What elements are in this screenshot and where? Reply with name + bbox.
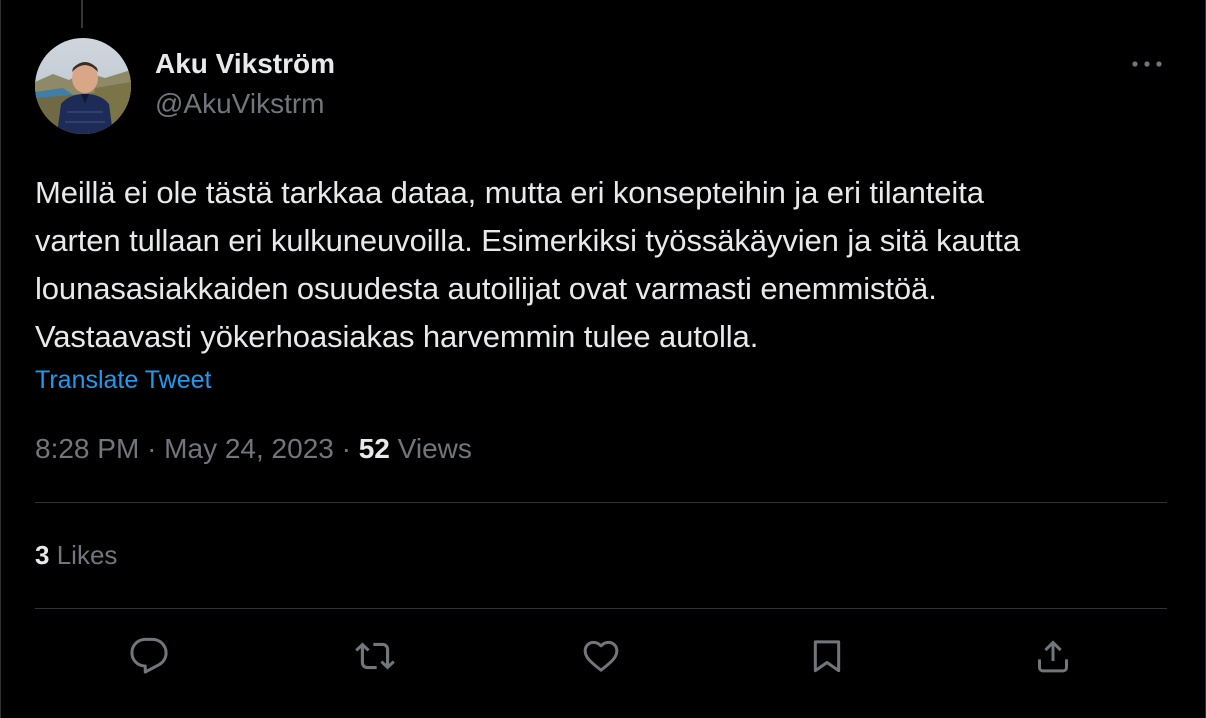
likes-count: 3 bbox=[35, 540, 50, 570]
meta-separator: · bbox=[341, 433, 351, 464]
tweet-text-line: Meillä ei ole tästä tarkkaa dataa, mutta… bbox=[35, 175, 984, 210]
author-handle[interactable]: @AkuVikstrm bbox=[155, 88, 325, 120]
more-options-button[interactable] bbox=[1129, 50, 1165, 78]
likes-label: Likes bbox=[56, 540, 118, 570]
tweet-text-line: Vastaavasti yökerhoasiakas harvemmin tul… bbox=[35, 319, 759, 354]
share-button[interactable] bbox=[1031, 634, 1075, 678]
meta-separator: · bbox=[147, 433, 157, 464]
like-button[interactable] bbox=[579, 634, 623, 678]
tweet-text-line: lounasasiakkaiden osuudesta autoilijat o… bbox=[35, 271, 937, 306]
thread-connector-line bbox=[81, 0, 83, 28]
bookmark-button[interactable] bbox=[805, 634, 849, 678]
views-count: 52 bbox=[358, 433, 390, 464]
reply-icon bbox=[130, 637, 168, 674]
tweet-detail-panel: Aku Vikström @AkuVikstrm Meillä ei ole t… bbox=[0, 0, 1206, 718]
translate-tweet-link[interactable]: Translate Tweet bbox=[35, 366, 211, 395]
more-dots-icon bbox=[1132, 61, 1162, 67]
like-icon bbox=[583, 640, 619, 672]
tweet-text-line: varten tullaan eri kulkuneuvoilla. Esime… bbox=[35, 223, 1020, 258]
retweet-icon bbox=[355, 642, 395, 670]
reply-button[interactable] bbox=[127, 634, 171, 678]
views-label: Views bbox=[397, 433, 472, 464]
share-icon bbox=[1038, 640, 1068, 673]
avatar-photo bbox=[35, 38, 131, 134]
avatar[interactable] bbox=[35, 38, 131, 134]
author-display-name[interactable]: Aku Vikström bbox=[155, 48, 335, 80]
tweet-text: Meillä ei ole tästä tarkkaa dataa, mutta… bbox=[35, 169, 1175, 361]
bookmark-icon bbox=[813, 640, 841, 673]
divider bbox=[35, 502, 1167, 503]
tweet-date[interactable]: May 24, 2023 bbox=[164, 433, 334, 464]
likes-stat[interactable]: 3 Likes bbox=[35, 540, 117, 571]
tweet-time[interactable]: 8:28 PM bbox=[35, 433, 139, 464]
retweet-button[interactable] bbox=[353, 634, 397, 678]
tweet-metadata: 8:28 PM · May 24, 2023 · 52 Views bbox=[35, 433, 472, 465]
divider bbox=[35, 608, 1167, 609]
